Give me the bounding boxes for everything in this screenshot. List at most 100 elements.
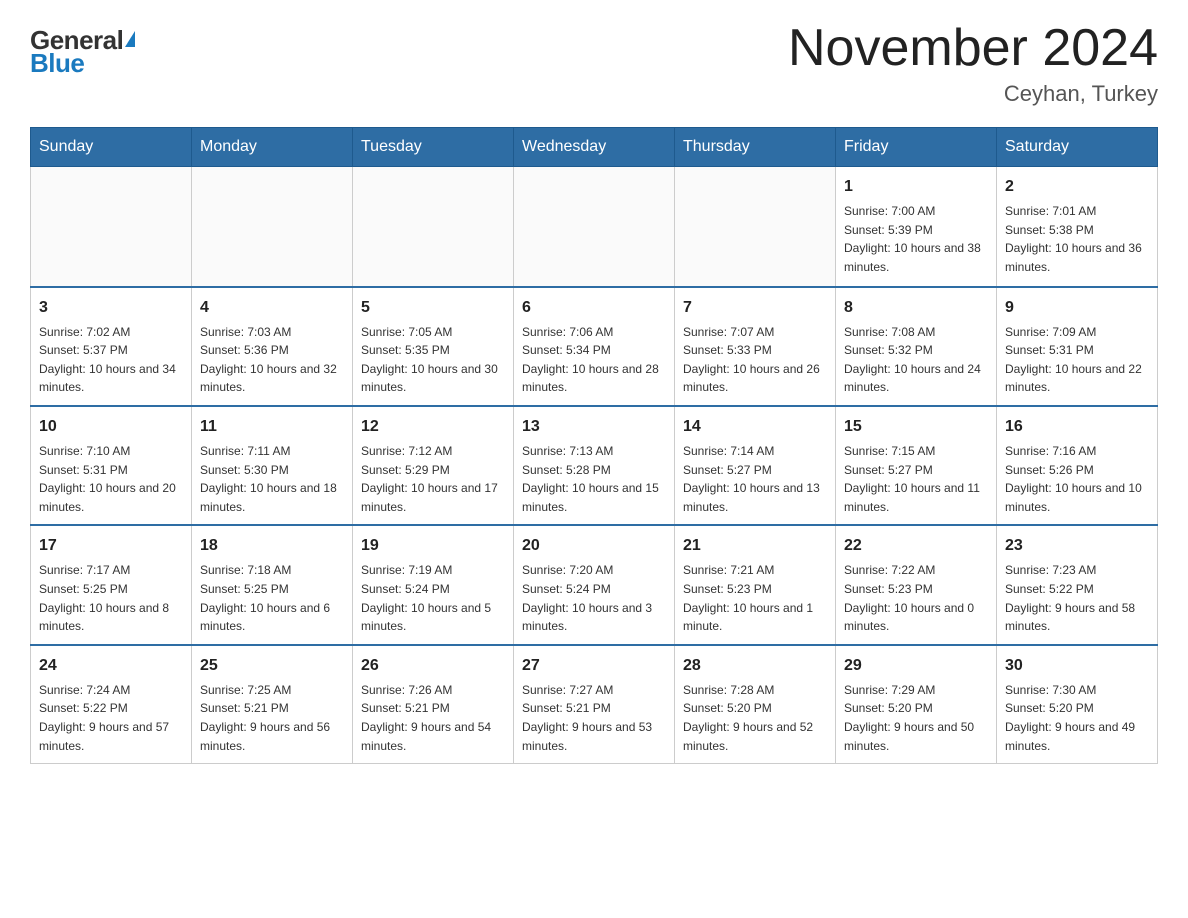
day-info: Sunrise: 7:12 AMSunset: 5:29 PMDaylight:…	[361, 442, 505, 516]
day-info: Sunrise: 7:11 AMSunset: 5:30 PMDaylight:…	[200, 442, 344, 516]
calendar-day-cell	[675, 167, 836, 287]
weekday-header-row: SundayMondayTuesdayWednesdayThursdayFrid…	[31, 128, 1158, 167]
day-info: Sunrise: 7:10 AMSunset: 5:31 PMDaylight:…	[39, 442, 183, 516]
calendar-week-row: 10Sunrise: 7:10 AMSunset: 5:31 PMDayligh…	[31, 406, 1158, 525]
calendar-day-cell: 11 Sunrise: 7:11 AMSunset: 5:30 PMDayligh…	[192, 406, 353, 525]
calendar-day-cell: 10Sunrise: 7:10 AMSunset: 5:31 PMDayligh…	[31, 406, 192, 525]
day-number: 20	[522, 534, 666, 558]
day-info: Sunrise: 7:13 AMSunset: 5:28 PMDaylight:…	[522, 442, 666, 516]
day-number: 2	[1005, 175, 1149, 199]
calendar-day-cell: 7 Sunrise: 7:07 AMSunset: 5:33 PMDaylight…	[675, 287, 836, 406]
calendar-day-cell: 12 Sunrise: 7:12 AMSunset: 5:29 PMDayligh…	[353, 406, 514, 525]
calendar-week-row: 1Sunrise: 7:00 AMSunset: 5:39 PMDaylight…	[31, 167, 1158, 287]
day-number: 12	[361, 415, 505, 439]
day-number: 13	[522, 415, 666, 439]
calendar-day-cell: 17 Sunrise: 7:17 AMSunset: 5:25 PMDayligh…	[31, 525, 192, 644]
calendar-day-cell: 1Sunrise: 7:00 AMSunset: 5:39 PMDaylight…	[836, 167, 997, 287]
calendar-day-cell: 23 Sunrise: 7:23 AMSunset: 5:22 PMDayligh…	[997, 525, 1158, 644]
day-info: Sunrise: 7:25 AMSunset: 5:21 PMDaylight:…	[200, 681, 344, 755]
day-number: 30	[1005, 654, 1149, 678]
calendar-day-cell: 30 Sunrise: 7:30 AMSunset: 5:20 PMDayligh…	[997, 645, 1158, 764]
weekday-header-thursday: Thursday	[675, 128, 836, 167]
page-header: General Blue November 2024 Ceyhan, Turke…	[30, 20, 1158, 107]
day-info: Sunrise: 7:19 AMSunset: 5:24 PMDaylight:…	[361, 561, 505, 635]
day-number: 15	[844, 415, 988, 439]
day-number: 25	[200, 654, 344, 678]
calendar-week-row: 24 Sunrise: 7:24 AMSunset: 5:22 PMDayligh…	[31, 645, 1158, 764]
day-info: Sunrise: 7:23 AMSunset: 5:22 PMDaylight:…	[1005, 561, 1149, 635]
day-info: Sunrise: 7:24 AMSunset: 5:22 PMDaylight:…	[39, 681, 183, 755]
day-number: 17	[39, 534, 183, 558]
day-info: Sunrise: 7:21 AMSunset: 5:23 PMDaylight:…	[683, 561, 827, 635]
day-info: Sunrise: 7:16 AMSunset: 5:26 PMDaylight:…	[1005, 442, 1149, 516]
day-number: 5	[361, 296, 505, 320]
calendar-day-cell: 28 Sunrise: 7:28 AMSunset: 5:20 PMDayligh…	[675, 645, 836, 764]
calendar-day-cell: 26 Sunrise: 7:26 AMSunset: 5:21 PMDayligh…	[353, 645, 514, 764]
weekday-header-wednesday: Wednesday	[514, 128, 675, 167]
day-number: 27	[522, 654, 666, 678]
logo-triangle-icon	[125, 31, 135, 47]
calendar-day-cell: 27 Sunrise: 7:27 AMSunset: 5:21 PMDayligh…	[514, 645, 675, 764]
calendar-day-cell: 4Sunrise: 7:03 AMSunset: 5:36 PMDaylight…	[192, 287, 353, 406]
calendar-day-cell: 13 Sunrise: 7:13 AMSunset: 5:28 PMDayligh…	[514, 406, 675, 525]
day-info: Sunrise: 7:22 AMSunset: 5:23 PMDaylight:…	[844, 561, 988, 635]
day-number: 21	[683, 534, 827, 558]
day-info: Sunrise: 7:08 AMSunset: 5:32 PMDaylight:…	[844, 323, 988, 397]
calendar-day-cell: 3Sunrise: 7:02 AMSunset: 5:37 PMDaylight…	[31, 287, 192, 406]
logo: General Blue	[30, 20, 135, 79]
calendar-day-cell	[514, 167, 675, 287]
calendar-table: SundayMondayTuesdayWednesdayThursdayFrid…	[30, 127, 1158, 764]
calendar-day-cell: 14Sunrise: 7:14 AMSunset: 5:27 PMDayligh…	[675, 406, 836, 525]
day-number: 4	[200, 296, 344, 320]
day-number: 23	[1005, 534, 1149, 558]
calendar-day-cell: 22 Sunrise: 7:22 AMSunset: 5:23 PMDayligh…	[836, 525, 997, 644]
weekday-header-saturday: Saturday	[997, 128, 1158, 167]
weekday-header-monday: Monday	[192, 128, 353, 167]
day-info: Sunrise: 7:27 AMSunset: 5:21 PMDaylight:…	[522, 681, 666, 755]
calendar-day-cell: 16 Sunrise: 7:16 AMSunset: 5:26 PMDayligh…	[997, 406, 1158, 525]
calendar-day-cell: 24 Sunrise: 7:24 AMSunset: 5:22 PMDayligh…	[31, 645, 192, 764]
calendar-day-cell: 18 Sunrise: 7:18 AMSunset: 5:25 PMDayligh…	[192, 525, 353, 644]
location-text: Ceyhan, Turkey	[788, 81, 1158, 107]
day-info: Sunrise: 7:17 AMSunset: 5:25 PMDaylight:…	[39, 561, 183, 635]
weekday-header-tuesday: Tuesday	[353, 128, 514, 167]
day-info: Sunrise: 7:18 AMSunset: 5:25 PMDaylight:…	[200, 561, 344, 635]
day-info: Sunrise: 7:28 AMSunset: 5:20 PMDaylight:…	[683, 681, 827, 755]
month-title: November 2024	[788, 20, 1158, 77]
calendar-day-cell: 20 Sunrise: 7:20 AMSunset: 5:24 PMDayligh…	[514, 525, 675, 644]
day-info: Sunrise: 7:30 AMSunset: 5:20 PMDaylight:…	[1005, 681, 1149, 755]
day-info: Sunrise: 7:20 AMSunset: 5:24 PMDaylight:…	[522, 561, 666, 635]
day-info: Sunrise: 7:14 AMSunset: 5:27 PMDaylight:…	[683, 442, 827, 516]
day-number: 16	[1005, 415, 1149, 439]
day-number: 7	[683, 296, 827, 320]
day-info: Sunrise: 7:09 AMSunset: 5:31 PMDaylight:…	[1005, 323, 1149, 397]
day-info: Sunrise: 7:07 AMSunset: 5:33 PMDaylight:…	[683, 323, 827, 397]
calendar-day-cell	[353, 167, 514, 287]
calendar-day-cell: 15 Sunrise: 7:15 AMSunset: 5:27 PMDayligh…	[836, 406, 997, 525]
calendar-day-cell: 5Sunrise: 7:05 AMSunset: 5:35 PMDaylight…	[353, 287, 514, 406]
day-info: Sunrise: 7:26 AMSunset: 5:21 PMDaylight:…	[361, 681, 505, 755]
day-info: Sunrise: 7:15 AMSunset: 5:27 PMDaylight:…	[844, 442, 988, 516]
calendar-day-cell	[31, 167, 192, 287]
day-number: 19	[361, 534, 505, 558]
day-number: 28	[683, 654, 827, 678]
day-number: 29	[844, 654, 988, 678]
calendar-day-cell: 21 Sunrise: 7:21 AMSunset: 5:23 PMDayligh…	[675, 525, 836, 644]
day-number: 24	[39, 654, 183, 678]
day-info: Sunrise: 7:02 AMSunset: 5:37 PMDaylight:…	[39, 323, 183, 397]
calendar-day-cell: 29 Sunrise: 7:29 AMSunset: 5:20 PMDayligh…	[836, 645, 997, 764]
calendar-day-cell: 8 Sunrise: 7:08 AMSunset: 5:32 PMDaylight…	[836, 287, 997, 406]
day-number: 9	[1005, 296, 1149, 320]
day-number: 18	[200, 534, 344, 558]
weekday-header-friday: Friday	[836, 128, 997, 167]
day-number: 6	[522, 296, 666, 320]
day-number: 26	[361, 654, 505, 678]
calendar-day-cell: 19 Sunrise: 7:19 AMSunset: 5:24 PMDayligh…	[353, 525, 514, 644]
day-number: 8	[844, 296, 988, 320]
day-number: 1	[844, 175, 988, 199]
title-block: November 2024 Ceyhan, Turkey	[788, 20, 1158, 107]
weekday-header-sunday: Sunday	[31, 128, 192, 167]
day-number: 11	[200, 415, 344, 439]
day-info: Sunrise: 7:29 AMSunset: 5:20 PMDaylight:…	[844, 681, 988, 755]
day-number: 22	[844, 534, 988, 558]
